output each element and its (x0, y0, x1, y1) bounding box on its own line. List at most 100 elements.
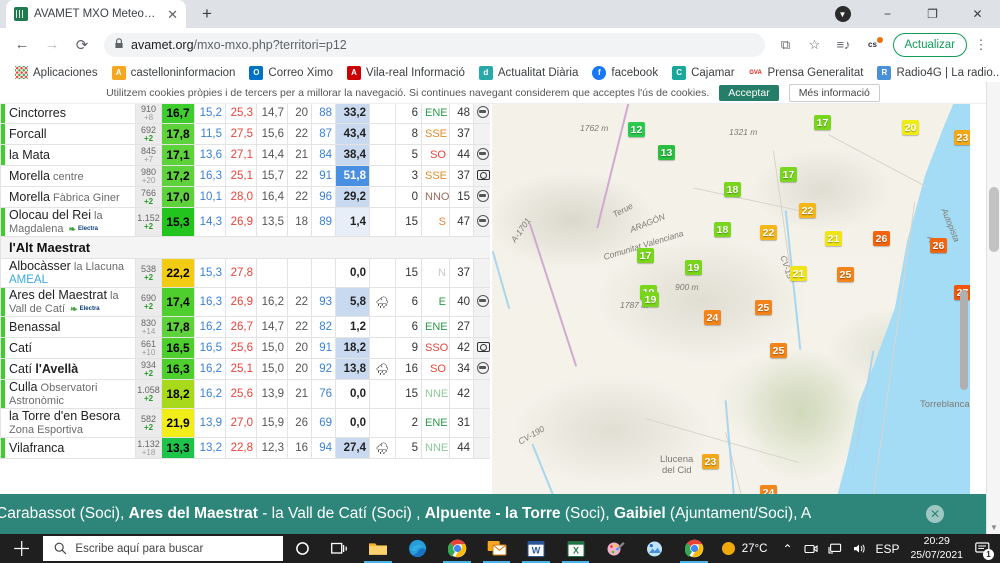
media-playlist-icon[interactable]: ≡♪ (831, 32, 857, 58)
map-temperature-marker[interactable]: 17 (637, 248, 654, 263)
webcam-cell[interactable] (473, 165, 490, 187)
map-temperature-marker[interactable]: 19 (642, 292, 659, 307)
station-cell[interactable]: la Mata (0, 144, 136, 166)
webcam-eye-icon[interactable] (477, 105, 489, 118)
station-cell[interactable]: Morella Fàbrica Giner (0, 186, 136, 208)
bookmark-apps[interactable]: Aplicaciones (8, 64, 105, 81)
map-temperature-marker[interactable]: 12 (628, 122, 645, 137)
webcam-cell[interactable] (473, 123, 490, 145)
notification-center-button[interactable]: 1 (970, 534, 996, 563)
station-name[interactable]: Morella centre (9, 169, 132, 184)
table-row[interactable]: Morella centre 980 +20 17,2 16,3 25,1 15,7 22 91… (0, 165, 490, 187)
table-row[interactable]: Forcall 692 +2 17,8 11,5 27,5 15,6 22 87 43,4 8 SSE… (0, 123, 490, 145)
tab-close-icon[interactable]: ✕ (167, 8, 178, 21)
webcam-eye-icon[interactable] (477, 294, 489, 307)
map-temperature-marker[interactable]: 26 (873, 231, 890, 246)
station-name[interactable]: Forcall (9, 127, 132, 141)
ticker-close-icon[interactable]: ✕ (926, 505, 944, 523)
taskbar-clock[interactable]: 20:29 25/07/2021 (903, 535, 970, 561)
map-temperature-marker[interactable]: 25 (755, 300, 772, 315)
station-cell[interactable]: Catí (0, 337, 136, 359)
webcam-eye-icon[interactable] (477, 189, 489, 202)
webcam-cell[interactable] (473, 186, 490, 208)
language-indicator[interactable]: ESP (871, 534, 903, 563)
table-row[interactable]: Albocàsser la Llacuna AMEAL 538 +2 22,2 15,3 2… (0, 258, 490, 288)
webcam-cell[interactable] (473, 316, 490, 338)
map-temperature-marker[interactable]: 23 (702, 454, 719, 469)
taskbar-app-mail[interactable] (477, 534, 516, 563)
camera-icon[interactable] (477, 341, 490, 352)
station-cell[interactable]: Vilafranca (0, 437, 136, 459)
station-cell[interactable]: la Torre d'en Besora Zona Esportiva (0, 408, 136, 438)
bookmark-radio4g[interactable]: R Radio4G | La radio... (870, 64, 1000, 82)
webcam-cell[interactable] (473, 207, 490, 237)
taskbar-app-google-chrome-1[interactable] (437, 534, 476, 563)
station-name[interactable]: Catí (9, 341, 132, 355)
station-name[interactable]: Culla Observatori (9, 380, 132, 395)
station-cell[interactable]: Catí l'Avellà (0, 358, 136, 380)
table-row[interactable]: Cinctorres 910 +8 16,7 15,2 25,3 14,7 20 88 33,2 6… (0, 102, 490, 124)
new-tab-button[interactable]: + (194, 1, 220, 27)
back-button[interactable]: ← (8, 31, 36, 59)
webcam-eye-icon[interactable] (477, 147, 489, 160)
taskbar-app-paint[interactable] (595, 534, 634, 563)
cortana-button[interactable] (283, 534, 321, 563)
page-scrollbar-thumb[interactable] (989, 187, 999, 252)
webcam-cell[interactable] (473, 358, 490, 380)
table-row[interactable]: la Mata 845 +7 17,1 13,6 27,1 14,4 21 84 38,4 5 SO 4… (0, 144, 490, 166)
station-name[interactable]: Benassal (9, 320, 132, 334)
taskbar-app-google-chrome-2[interactable] (674, 534, 713, 563)
task-view-button[interactable] (321, 534, 359, 563)
table-row[interactable]: Morella Fàbrica Giner 766 +2 17,0 10,1 28,0 16… (0, 186, 490, 208)
download-indicator[interactable]: ▼ (820, 0, 865, 28)
station-cell[interactable]: Forcall (0, 123, 136, 145)
bookmark-castelloninformacion[interactable]: A castelloninformacion (105, 64, 243, 82)
bookmark-vilareal-informacio[interactable]: A Vila-real Informació (340, 64, 472, 82)
bookmark-cajamar[interactable]: C Cajamar (665, 64, 741, 82)
map-temperature-marker[interactable]: 25 (837, 267, 854, 282)
start-button[interactable] (0, 534, 43, 563)
map-temperature-marker[interactable]: 21 (825, 231, 842, 246)
table-row[interactable]: la Torre d'en Besora Zona Esportiva 582 +2 2… (0, 408, 490, 438)
map-temperature-marker[interactable]: 23 (954, 130, 970, 145)
map-temperature-marker[interactable]: 17 (814, 115, 831, 130)
station-name[interactable]: la Mata (9, 148, 132, 162)
table-row[interactable]: Catí l'Avellà 934 +2 16,3 16,2 25,1 15,0 20 92 13… (0, 358, 490, 380)
webcam-eye-icon[interactable] (477, 361, 489, 374)
map-temperature-marker[interactable]: 13 (658, 145, 675, 160)
cookie-accept-button[interactable]: Acceptar (719, 84, 779, 101)
bookmark-prensa-generalitat[interactable]: GVA Prensa Generalitat (742, 64, 871, 82)
reload-button[interactable]: ⟳ (68, 31, 96, 59)
table-row[interactable]: Culla Observatori Astronòmic 1.058 +2 18,2 16… (0, 379, 490, 409)
bookmark-facebook[interactable]: f facebook (585, 64, 665, 82)
station-cell[interactable]: Albocàsser la Llacuna AMEAL (0, 258, 136, 288)
bookmark-star-icon[interactable]: ☆ (802, 32, 828, 58)
station-name[interactable]: Albocàsser la Llacuna (9, 259, 132, 274)
map-temperature-marker[interactable]: 24 (704, 310, 721, 325)
station-cell[interactable]: Morella centre (0, 165, 136, 187)
weather-widget[interactable]: 27°C (714, 542, 776, 555)
map-temperature-marker[interactable]: 22 (799, 203, 816, 218)
station-name[interactable]: la Torre d'en Besora (9, 409, 132, 423)
station-name[interactable]: Catí l'Avellà (9, 362, 132, 376)
map-temperature-marker[interactable]: 22 (760, 225, 777, 240)
table-row[interactable]: Benassal 830 +14 17,8 16,2 26,7 14,7 22 82 1,2 6 EN… (0, 316, 490, 338)
webcam-cell[interactable] (473, 287, 490, 317)
map-temperature-marker[interactable]: 25 (770, 343, 787, 358)
station-name[interactable]: Morella Fàbrica Giner (9, 190, 132, 205)
station-cell[interactable]: Culla Observatori Astronòmic (0, 379, 136, 409)
forward-button[interactable]: → (38, 31, 66, 59)
address-bar[interactable]: avamet.org/mxo-mxo.php?territori=p12 (104, 32, 765, 57)
map-temperature-marker[interactable]: 18 (724, 182, 741, 197)
taskbar-app-file-explorer[interactable] (358, 534, 397, 563)
webcam-cell[interactable] (473, 408, 490, 438)
chrome-menu-icon[interactable]: ⋮ (970, 32, 992, 58)
page-scrollbar[interactable]: ▼ (986, 82, 1000, 534)
update-browser-button[interactable]: Actualizar (892, 32, 967, 57)
station-cell[interactable]: Olocau del Rei la Magdalena ❧ Electra (0, 207, 136, 237)
webcam-cell[interactable] (473, 379, 490, 409)
maximize-button[interactable]: ❐ (910, 0, 955, 28)
camera-icon[interactable] (477, 169, 490, 180)
bookmark-actualitat-diaria[interactable]: d Actualitat Diària (472, 64, 586, 82)
share-icon[interactable]: ⧉ (773, 32, 799, 58)
